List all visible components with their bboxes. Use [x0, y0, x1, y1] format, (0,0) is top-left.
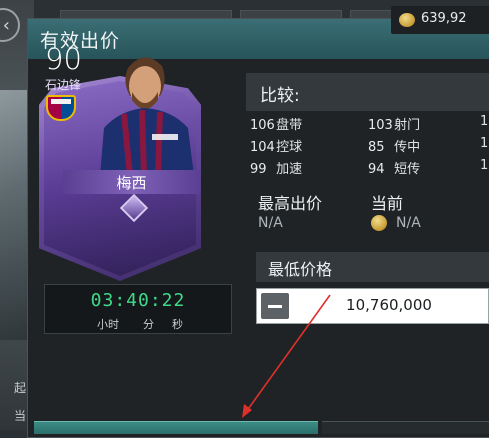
timer-unit-seconds: 秒	[172, 318, 183, 331]
current-bid-value: N/A	[396, 215, 421, 231]
player-name: 梅西	[116, 174, 147, 192]
timer-unit-hours: 小时	[97, 318, 119, 331]
stat-label: 加速	[276, 162, 303, 177]
stat-edge-value: 1	[480, 114, 489, 129]
timer-value: 03:40:22	[90, 290, 186, 311]
stat-dribbling: 106 盘带	[250, 114, 302, 133]
stat-label: 短传	[394, 162, 421, 177]
player-position: 石边锋	[45, 78, 82, 92]
highest-bid-value: N/A	[258, 215, 283, 231]
stat-value: 85	[368, 140, 385, 155]
highest-bid-label: 最高出价	[258, 194, 323, 213]
coin-amount: 639,92	[421, 11, 467, 26]
club-badge-icon	[46, 95, 76, 121]
stat-label: 盘带	[276, 118, 303, 133]
compare-header: 比较:	[246, 73, 489, 111]
stat-acceleration: 99 加速	[250, 158, 302, 177]
stat-value: 103	[368, 118, 393, 133]
stat-label: 射门	[394, 118, 421, 133]
compare-title: 比较:	[260, 86, 300, 106]
coin-icon	[371, 215, 387, 231]
background-label: 起	[14, 381, 27, 395]
buy-now-button[interactable]	[322, 421, 489, 434]
stat-value: 94	[368, 162, 385, 177]
stat-edge-value: 1	[480, 136, 489, 151]
auction-timer: 03:40:22 小时 分 秒	[44, 284, 232, 334]
stat-label: 传中	[394, 140, 421, 155]
stat-label: 控球	[276, 140, 303, 155]
min-price-stepper[interactable]: 10,760,000	[256, 288, 489, 324]
player-portrait	[100, 57, 194, 176]
coin-balance: 639,92	[391, 6, 489, 34]
stat-shooting: 103 射门	[368, 114, 420, 133]
stat-ball-control: 104 控球	[250, 136, 302, 155]
current-bid-label: 当前	[371, 194, 404, 213]
minus-icon[interactable]	[261, 293, 289, 319]
background-label: 当	[14, 409, 27, 423]
player-name-band: 梅西	[63, 170, 200, 194]
coin-icon	[399, 13, 415, 27]
stat-crossing: 85 传中	[368, 136, 420, 155]
bid-button[interactable]	[34, 421, 318, 434]
min-price-label: 最低价格	[268, 260, 333, 279]
player-rating: 90	[45, 42, 82, 76]
stat-edge-value: 1	[480, 158, 489, 173]
min-price-header: 最低价格	[256, 252, 489, 282]
timer-unit-minutes: 分	[143, 318, 154, 331]
min-price-value[interactable]: 10,760,000	[299, 296, 479, 314]
stat-value: 104	[250, 140, 275, 155]
stat-value: 106	[250, 118, 275, 133]
stat-value: 99	[250, 162, 267, 177]
stat-short-passing: 94 短传	[368, 158, 420, 177]
